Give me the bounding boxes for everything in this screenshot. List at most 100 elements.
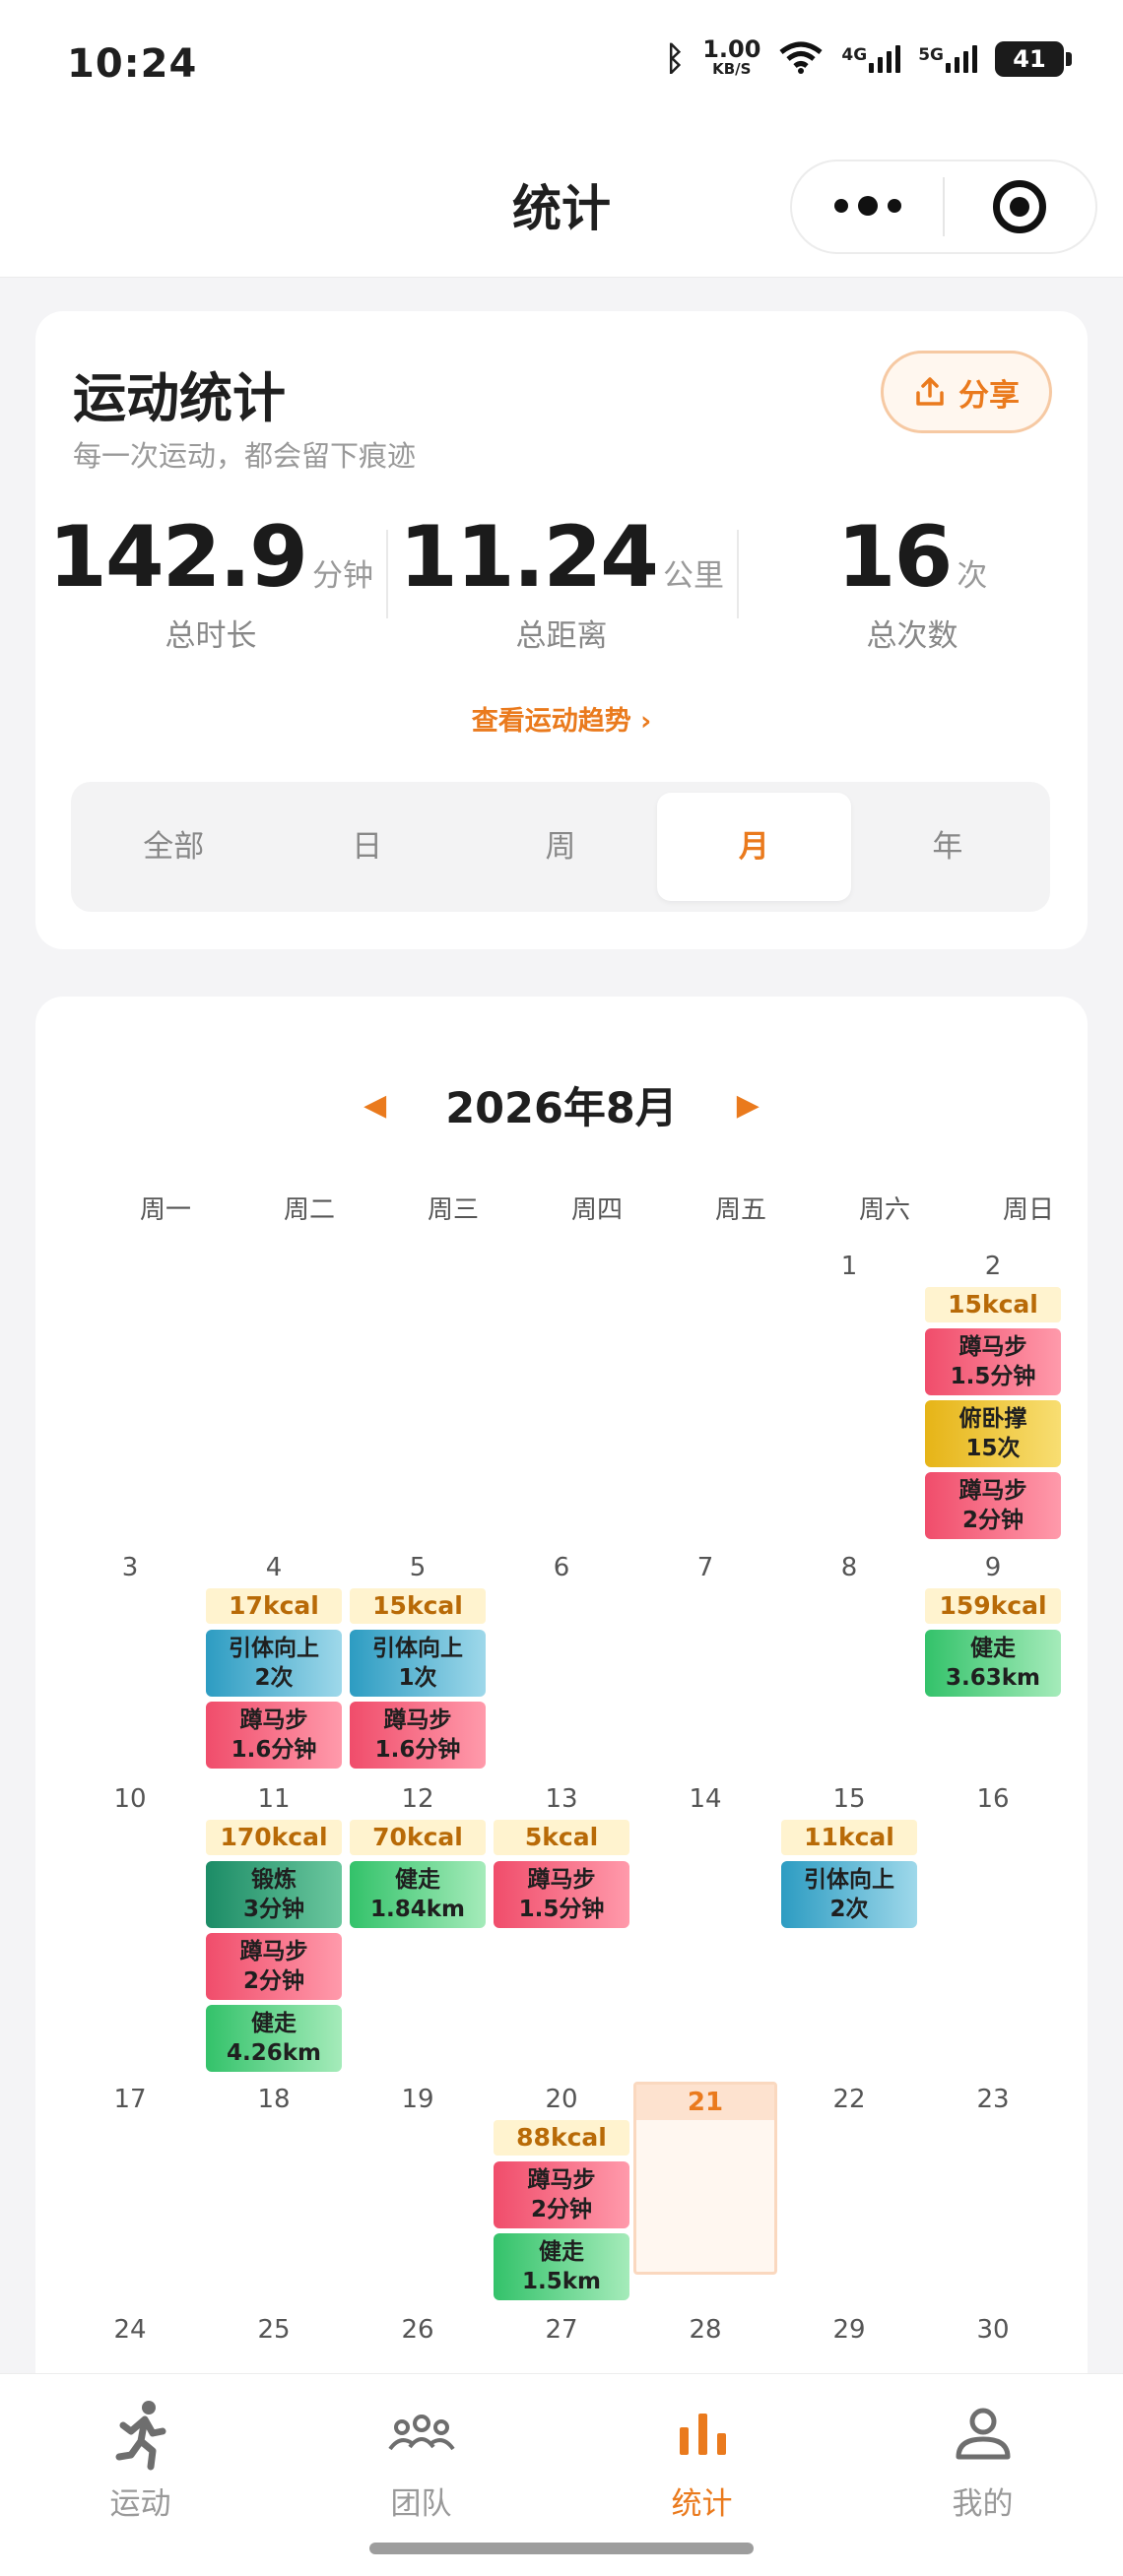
day-number: 23 <box>976 2085 1010 2114</box>
activity-chip[interactable]: 锻炼 3分钟 <box>206 1861 342 1928</box>
calendar-day[interactable]: 11 170kcal 锻炼 3分钟 蹲马步 2分钟 健走 4.26km <box>202 1781 346 2072</box>
metric-duration: 142.9 分钟 总时长 <box>35 508 386 654</box>
calendar-day[interactable]: 3 <box>58 1550 202 1585</box>
more-icon[interactable] <box>792 195 943 216</box>
calendar-day[interactable]: 5 15kcal 引体向上 1次 蹲马步 1.6分钟 <box>346 1550 490 1769</box>
tab-month[interactable]: 月 <box>657 793 851 901</box>
day-number: 15 <box>832 1784 866 1814</box>
activity-chip[interactable]: 蹲马步 2分钟 <box>206 1933 342 2000</box>
activity-chip[interactable]: 蹲马步 1.6分钟 <box>206 1702 342 1769</box>
tab-week[interactable]: 周 <box>464 793 657 901</box>
calendar-day[interactable]: 12 70kcal 健走 1.84km <box>346 1781 490 1928</box>
calendar-day[interactable]: 7 <box>633 1550 777 1585</box>
metric-label: 总时长 <box>165 618 257 654</box>
day-number: 25 <box>257 2315 291 2345</box>
activity-chip[interactable]: 蹲马步 1.5分钟 <box>925 1328 1061 1395</box>
activity-chip[interactable]: 引体向上 2次 <box>781 1861 917 1928</box>
team-icon <box>382 2396 461 2475</box>
activity-name: 俯卧撑 <box>958 1406 1027 1432</box>
activity-chip[interactable]: 健走 3.63km <box>925 1630 1061 1697</box>
calendar-day[interactable]: 26 <box>346 2312 490 2348</box>
metric-distance: 11.24 公里 总距离 <box>386 508 737 654</box>
activity-detail: 1.5km <box>521 2269 601 2294</box>
activity-list: 健走 1.84km <box>350 1861 486 1928</box>
calendar-day[interactable]: 27 <box>490 2312 633 2348</box>
close-miniprogram-icon[interactable] <box>945 180 1095 233</box>
tab-day[interactable]: 日 <box>270 793 463 901</box>
run-icon <box>101 2396 180 2475</box>
weekday-label: 周六 <box>858 1195 910 1225</box>
view-trend-link[interactable]: 查看运动趋势 › <box>35 699 1088 738</box>
activity-list: 蹲马步 1.5分钟 俯卧撑 15次 蹲马步 2分钟 <box>925 1328 1061 1539</box>
activity-chip[interactable]: 引体向上 1次 <box>350 1630 486 1697</box>
calendar-day[interactable]: 20 88kcal 蹲马步 2分钟 健走 1.5km <box>490 2082 633 2300</box>
calendar-day[interactable]: 25 <box>202 2312 346 2348</box>
calendar-day[interactable]: 6 <box>490 1550 633 1585</box>
day-number: 13 <box>545 1784 578 1814</box>
calendar-day[interactable]: 16 <box>921 1781 1065 1817</box>
tab-year[interactable]: 年 <box>851 793 1044 901</box>
calendar-day[interactable]: 14 <box>633 1781 777 1817</box>
calendar-day[interactable]: 15 11kcal 引体向上 2次 <box>777 1781 921 1928</box>
calendar-day[interactable]: 8 <box>777 1550 921 1585</box>
activity-chip[interactable]: 蹲马步 1.6分钟 <box>350 1702 486 1769</box>
calendar-card: ◀ 2026年8月 ▶ 周一 周二 周三 周四 周五 周六 周日 1 2 15kca… <box>35 997 1088 2576</box>
tabbar-label: 团队 <box>390 2486 452 2522</box>
share-button[interactable]: 分享 <box>881 351 1052 433</box>
activity-list: 引体向上 2次 <box>781 1861 917 1928</box>
tabbar-item-mine[interactable]: 我的 <box>842 2396 1123 2523</box>
metric-unit: 次 <box>957 558 988 594</box>
day-number: 14 <box>689 1784 722 1814</box>
bluetooth-icon: ᛒ <box>664 39 686 79</box>
tab-all[interactable]: 全部 <box>77 793 270 901</box>
activity-chip[interactable]: 健走 4.26km <box>206 2005 342 2072</box>
tabbar-item-exercise[interactable]: 运动 <box>0 2396 281 2523</box>
calendar-day[interactable]: 19 <box>346 2082 490 2117</box>
calendar-day[interactable]: 24 <box>58 2312 202 2348</box>
calendar-day[interactable]: 22 <box>777 2082 921 2117</box>
status-bar: 10:24 ᛒ 1.00 KB/S 4G 5G 41 <box>0 0 1123 128</box>
next-month-icon[interactable]: ▶ <box>737 1088 760 1123</box>
day-number: 9 <box>984 1553 1002 1582</box>
activity-detail: 1.6分钟 <box>231 1737 317 1763</box>
calendar-day[interactable]: 28 <box>633 2312 777 2348</box>
day-number: 26 <box>401 2315 434 2345</box>
calendar-day[interactable]: 13 5kcal 蹲马步 1.5分钟 <box>490 1781 633 1928</box>
tabbar-item-team[interactable]: 团队 <box>281 2396 562 2523</box>
day-number: 6 <box>553 1553 570 1582</box>
share-label: 分享 <box>958 377 1020 414</box>
activity-chip[interactable]: 蹲马步 2分钟 <box>494 2161 629 2228</box>
prev-month-icon[interactable]: ◀ <box>363 1088 386 1123</box>
kcal-badge: 159kcal <box>925 1588 1061 1624</box>
signal-5g-icon: 5G <box>918 45 977 73</box>
day-number: 7 <box>696 1553 714 1582</box>
activity-name: 蹲马步 <box>527 2167 596 2193</box>
tabbar-label: 运动 <box>109 2486 171 2522</box>
calendar-day[interactable]: 23 <box>921 2082 1065 2117</box>
calendar-day[interactable]: 17 <box>58 2082 202 2117</box>
activity-chip[interactable]: 健走 1.5km <box>494 2233 629 2300</box>
calendar-day[interactable]: 9 159kcal 健走 3.63km <box>921 1550 1065 1697</box>
calendar-day[interactable]: 10 <box>58 1781 202 1817</box>
calendar-day[interactable]: 18 <box>202 2082 346 2117</box>
calendar-day[interactable]: 4 17kcal 引体向上 2次 蹲马步 1.6分钟 <box>202 1550 346 1769</box>
activity-chip[interactable]: 蹲马步 2分钟 <box>925 1472 1061 1539</box>
activity-name: 锻炼 <box>251 1867 297 1893</box>
nav-bar: 统计 <box>0 128 1123 278</box>
activity-chip[interactable]: 蹲马步 1.5分钟 <box>494 1861 629 1928</box>
activity-chip[interactable]: 引体向上 2次 <box>206 1630 342 1697</box>
day-number: 10 <box>113 1784 147 1814</box>
weekday-label: 周五 <box>714 1195 766 1225</box>
day-number: 12 <box>401 1784 434 1814</box>
activity-chip[interactable]: 健走 1.84km <box>350 1861 486 1928</box>
kcal-badge: 17kcal <box>206 1588 342 1624</box>
calendar-day[interactable]: 30 <box>921 2312 1065 2348</box>
tabbar-item-stats[interactable]: 统计 <box>562 2396 842 2523</box>
weekday-label: 周二 <box>283 1195 335 1225</box>
calendar-day[interactable]: 1 <box>777 1249 921 1284</box>
calendar-day[interactable]: 21 <box>633 2082 777 2275</box>
activity-list: 锻炼 3分钟 蹲马步 2分钟 健走 4.26km <box>206 1861 342 2072</box>
activity-chip[interactable]: 俯卧撑 15次 <box>925 1400 1061 1467</box>
calendar-day[interactable]: 2 15kcal 蹲马步 1.5分钟 俯卧撑 15次 蹲马步 2分钟 <box>921 1249 1065 1539</box>
calendar-day[interactable]: 29 <box>777 2312 921 2348</box>
